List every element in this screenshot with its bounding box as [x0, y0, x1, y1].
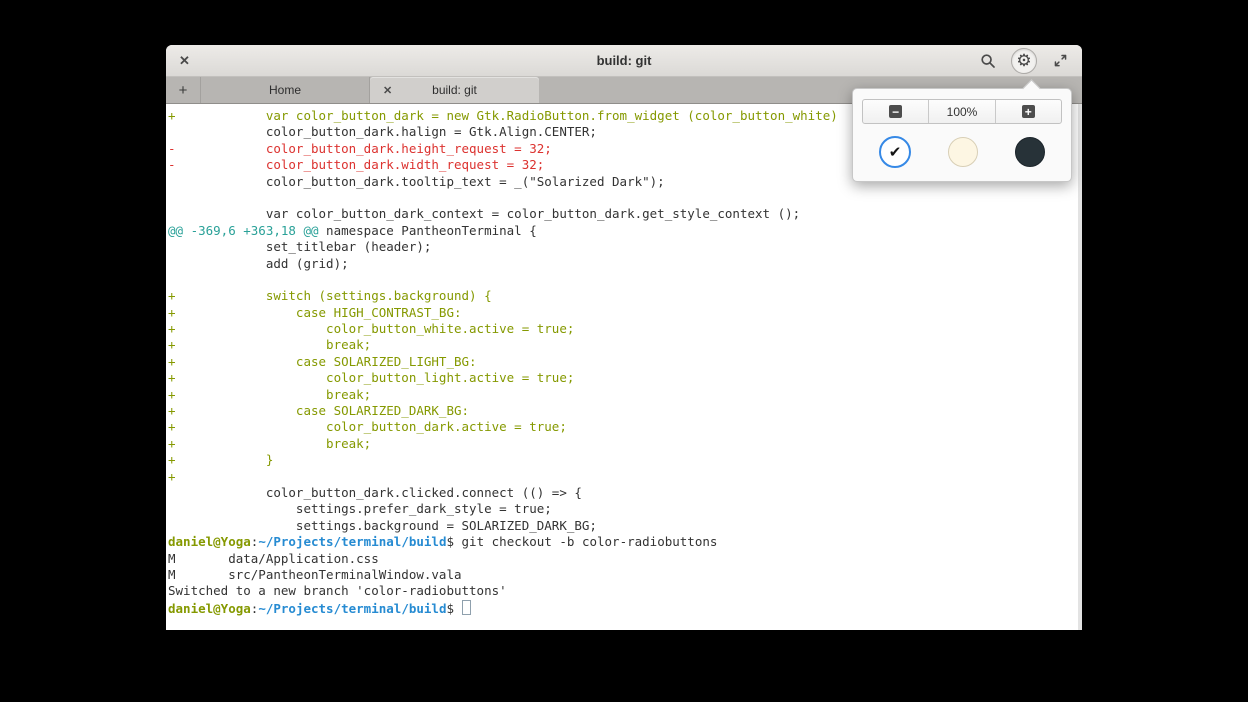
terminal-line: Switched to a new branch 'color-radiobut… [168, 583, 1082, 599]
tab-close-button[interactable]: ✕ [383, 77, 392, 103]
window-title: build: git [166, 53, 1082, 68]
zoom-control: − 100% + [862, 99, 1062, 124]
fullscreen-button[interactable] [1048, 49, 1072, 73]
terminal-line: + case SOLARIZED_DARK_BG: [168, 403, 1082, 419]
terminal-cursor [462, 600, 471, 615]
minus-icon: − [889, 105, 902, 118]
terminal-line: color_button_dark.clicked.connect (() =>… [168, 485, 1082, 501]
new-tab-button[interactable]: + [166, 77, 201, 103]
zoom-level[interactable]: 100% [928, 100, 994, 123]
terminal-line: + case SOLARIZED_LIGHT_BG: [168, 354, 1082, 370]
terminal-line: settings.prefer_dark_style = true; [168, 501, 1082, 517]
scrollbar-track[interactable] [1078, 104, 1082, 630]
tab-build-git[interactable]: ✕ build: git [370, 77, 539, 103]
terminal-line: + } [168, 452, 1082, 468]
settings-popover: − 100% + ✔ [852, 88, 1072, 182]
tab-home[interactable]: Home [201, 77, 370, 103]
terminal-line: + break; [168, 387, 1082, 403]
settings-button[interactable]: ⚙ [1011, 48, 1037, 74]
theme-radio-solarized-light[interactable] [948, 137, 978, 167]
terminal-line [168, 190, 1082, 206]
terminal-line: set_titlebar (header); [168, 239, 1082, 255]
terminal-line: + color_button_white.active = true; [168, 321, 1082, 337]
plus-icon: + [1022, 105, 1035, 118]
zoom-in-button[interactable]: + [995, 100, 1061, 123]
search-icon [980, 53, 996, 69]
gear-icon: ⚙ [1016, 52, 1031, 69]
zoom-out-button[interactable]: − [863, 100, 928, 123]
terminal-line: M src/PantheonTerminalWindow.vala [168, 567, 1082, 583]
tab-label: build: git [432, 83, 477, 97]
terminal-line: + color_button_light.active = true; [168, 370, 1082, 386]
terminal-view[interactable]: + var color_button_dark = new Gtk.RadioB… [166, 104, 1082, 630]
terminal-line: daniel@Yoga:~/Projects/terminal/build$ [168, 600, 1082, 616]
close-icon: ✕ [383, 84, 392, 97]
terminal-line: daniel@Yoga:~/Projects/terminal/build$ g… [168, 534, 1082, 550]
tab-label: Home [269, 83, 301, 97]
terminal-line: + switch (settings.background) { [168, 288, 1082, 304]
titlebar: ✕ build: git ⚙ [166, 45, 1082, 77]
terminal-line: @@ -369,6 +363,18 @@ namespace PantheonT… [168, 223, 1082, 239]
titlebar-actions: ⚙ [976, 45, 1072, 76]
theme-selector: ✔ [853, 136, 1071, 168]
terminal-line: var color_button_dark_context = color_bu… [168, 206, 1082, 222]
terminal-line: add (grid); [168, 256, 1082, 272]
terminal-line: + case HIGH_CONTRAST_BG: [168, 305, 1082, 321]
terminal-line: settings.background = SOLARIZED_DARK_BG; [168, 518, 1082, 534]
theme-radio-solarized-dark[interactable] [1015, 137, 1045, 167]
zoom-level-value: 100% [947, 105, 978, 119]
search-button[interactable] [976, 49, 1000, 73]
screenshot-root: { "titlebar": { "title": "build: git", "… [0, 0, 1248, 702]
terminal-line: + [168, 469, 1082, 485]
terminal-line: M data/Application.css [168, 551, 1082, 567]
terminal-line: + break; [168, 337, 1082, 353]
theme-radio-high-contrast[interactable]: ✔ [879, 136, 911, 168]
terminal-line: + color_button_dark.active = true; [168, 419, 1082, 435]
expand-arrows-icon [1053, 53, 1068, 68]
terminal-line: + break; [168, 436, 1082, 452]
terminal-line [168, 272, 1082, 288]
plus-icon: + [179, 82, 188, 99]
